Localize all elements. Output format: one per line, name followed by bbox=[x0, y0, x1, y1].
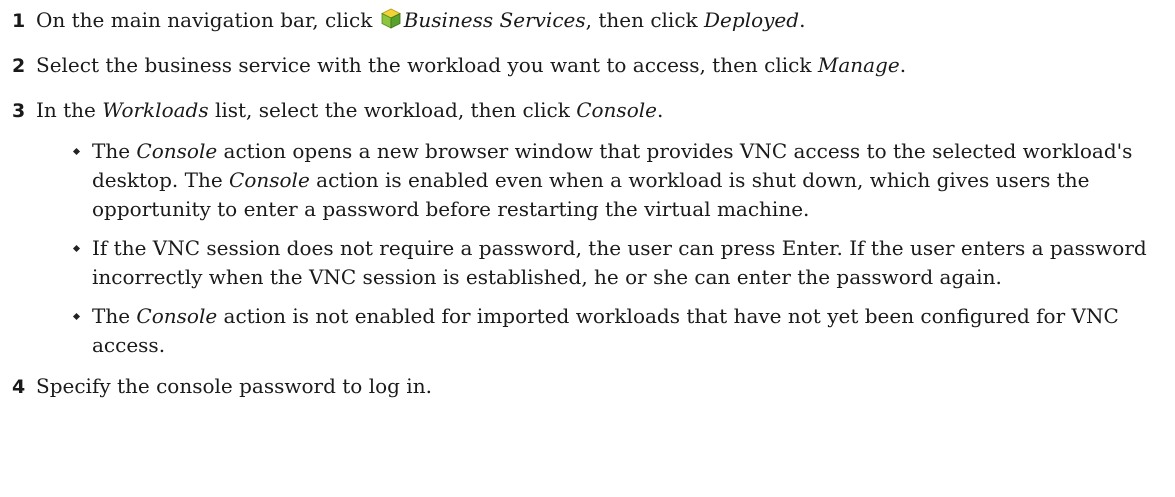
step-text-part: Select the business service with the wor… bbox=[36, 53, 818, 77]
note-item: If the VNC session does not require a pa… bbox=[72, 234, 1175, 292]
console-term: Console bbox=[576, 98, 657, 122]
step-text-part: list, select the workload, then click bbox=[208, 98, 577, 122]
step-text: Specify the console password to log in. bbox=[36, 374, 432, 398]
business-services-link: Business Services bbox=[403, 8, 586, 32]
step-number: 4 bbox=[12, 376, 26, 398]
step-2: 2 Select the business service with the w… bbox=[12, 51, 1175, 81]
step-text-part: . bbox=[899, 53, 907, 77]
step-number: 2 bbox=[12, 55, 26, 77]
step-text-part: . bbox=[799, 8, 806, 32]
procedure: 1 On the main navigation bar, click Busi… bbox=[0, 0, 1175, 402]
console-term: Console bbox=[136, 139, 218, 163]
step-text: In the Workloads list, select the worklo… bbox=[36, 96, 1175, 125]
bullet-diamond-icon bbox=[72, 147, 81, 156]
console-term: Console bbox=[229, 168, 310, 192]
note-text-part: The bbox=[92, 139, 137, 163]
step-1: 1 On the main navigation bar, click Busi… bbox=[12, 6, 1175, 36]
note-text-part: action is not enabled for imported workl… bbox=[92, 304, 1119, 357]
step-number: 1 bbox=[12, 10, 26, 32]
step-text: Select the business service with the wor… bbox=[36, 51, 1175, 80]
step-text-part: On the main navigation bar, click bbox=[36, 8, 379, 32]
note-item: The Console action opens a new browser w… bbox=[72, 137, 1175, 224]
note-item: The Console action is not enabled for im… bbox=[72, 302, 1175, 360]
console-term: Console bbox=[136, 304, 218, 328]
step-text: On the main navigation bar, click Busine… bbox=[36, 6, 1175, 35]
bullet-diamond-icon bbox=[72, 312, 81, 321]
deployed-link: Deployed bbox=[704, 8, 800, 32]
manage-term: Manage bbox=[817, 53, 900, 77]
bullet-diamond-icon bbox=[72, 244, 81, 253]
business-services-icon bbox=[380, 8, 401, 29]
note-text-part: The bbox=[92, 304, 137, 328]
step-4: 4 Specify the console password to log in… bbox=[12, 372, 1175, 402]
step-text-part: . bbox=[656, 98, 664, 122]
step-3-notes: The Console action opens a new browser w… bbox=[12, 137, 1175, 360]
workloads-term: Workloads bbox=[102, 98, 209, 122]
step-number: 3 bbox=[12, 100, 26, 122]
step-text-part: , then click bbox=[585, 8, 705, 32]
note-text-part: If the VNC session does not require a pa… bbox=[92, 236, 1147, 289]
step-3: 3 In the Workloads list, select the work… bbox=[12, 96, 1175, 126]
step-text-part: In the bbox=[36, 98, 103, 122]
